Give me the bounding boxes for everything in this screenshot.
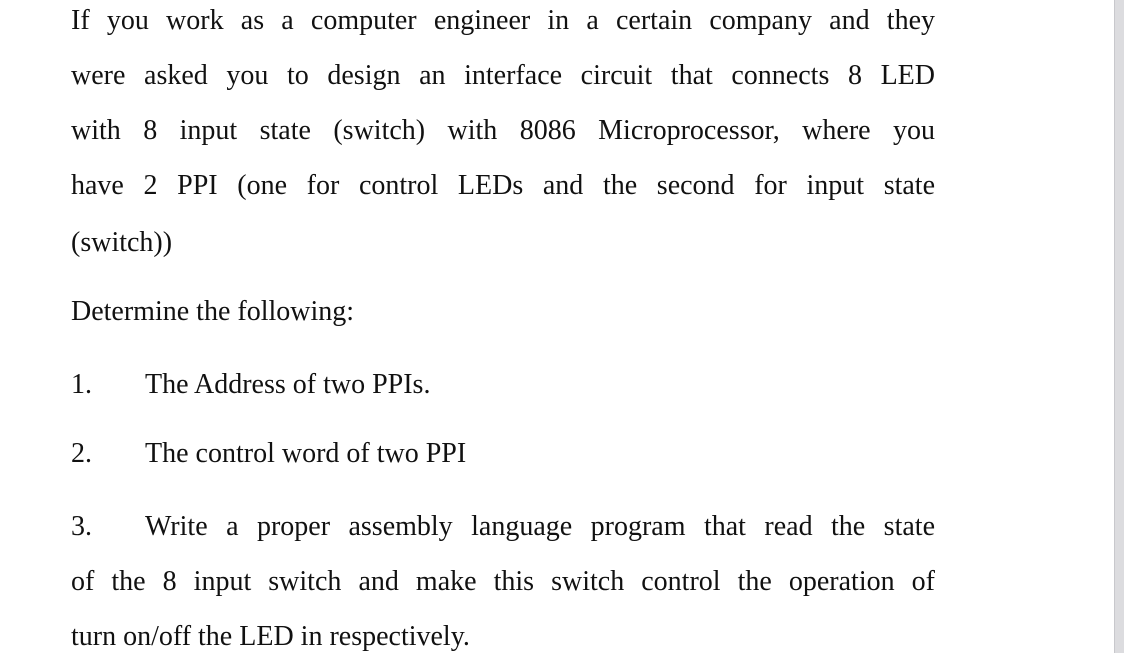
list-item-number: 1. [71,369,92,400]
item3-continuation-1: of the 8 input switch and make this swit… [71,566,935,597]
intro-line-3: with 8 input state (switch) with 8086 Mi… [71,115,935,146]
list-item-text: The Address of two PPIs. [145,369,431,400]
list-item-number: 2. [71,438,92,469]
intro-line-1: If you work as a computer engineer in a … [71,5,935,36]
list-item-number: 3. [71,511,92,542]
prompt-heading: Determine the following: [71,296,355,327]
intro-line-5: (switch)) [71,227,173,258]
list-item-text: Write a proper assembly language program… [145,511,935,542]
intro-line-4: have 2 PPI (one for control LEDs and the… [71,170,935,201]
list-item-text: The control word of two PPI [145,438,467,469]
page-edge-scrollbar[interactable] [1114,0,1124,653]
item3-continuation-2: turn on/off the LED in respectively. [71,621,470,652]
intro-line-2: were asked you to design an interface ci… [71,60,935,91]
document-page: If you work as a computer engineer in a … [0,0,1114,653]
